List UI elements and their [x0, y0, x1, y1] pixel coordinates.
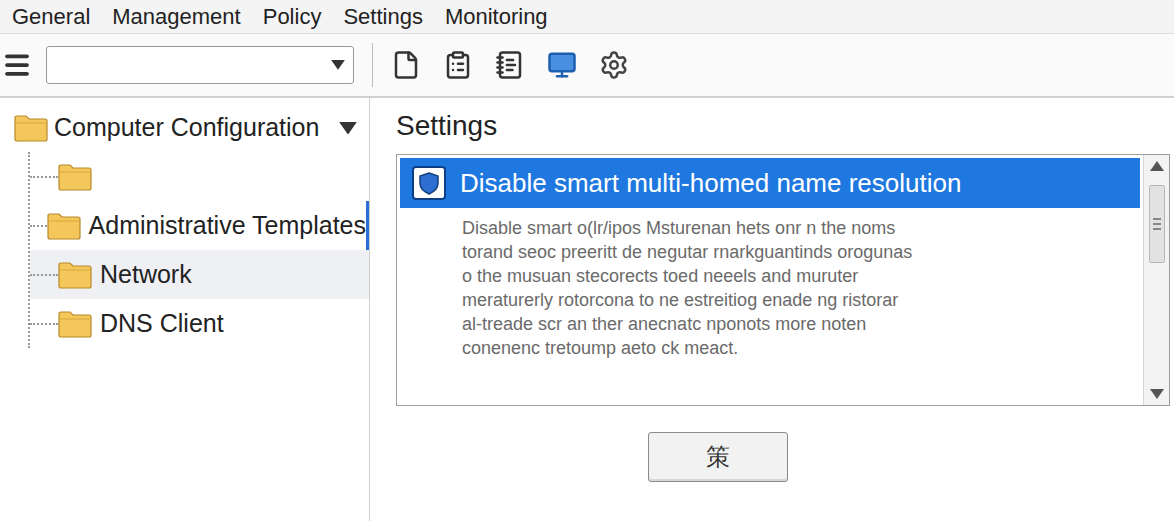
setting-row[interactable]: Disable smart multi-homed name resolutio… — [400, 158, 1140, 208]
new-document-icon[interactable] — [391, 50, 421, 80]
folder-icon — [14, 114, 48, 142]
scroll-up-icon[interactable] — [1150, 161, 1164, 171]
gear-icon[interactable] — [599, 50, 629, 80]
tree-item[interactable]: DNS Client — [30, 299, 369, 348]
tree-children: Administrative TemplatesNetworkDNS Clien… — [28, 152, 369, 348]
description-line: conenenc tretoump aeto ck meact. — [462, 336, 1140, 360]
tree-item[interactable]: Network — [30, 250, 369, 299]
folder-icon — [58, 261, 92, 289]
folder-icon — [47, 212, 81, 240]
description-line: al-treade scr an ther anecnatc nponots m… — [462, 312, 1140, 336]
hamburger-icon[interactable] — [2, 50, 32, 80]
description-line: Disable smart o(lr/ipos Msturenan hets o… — [462, 216, 1140, 240]
folder-icon — [58, 163, 92, 191]
tree-root[interactable]: Computer Configuration — [0, 106, 369, 150]
menu-item[interactable]: Settings — [343, 0, 423, 33]
toolbar-separator — [372, 43, 373, 87]
folder-icon — [58, 310, 92, 338]
description-line: torand seoc preeritt de negutar rnarkgua… — [462, 240, 1140, 264]
setting-description: Disable smart o(lr/ipos Msturenan hets o… — [400, 208, 1140, 360]
dropdown[interactable] — [46, 46, 354, 84]
tree-item[interactable]: Administrative Templates — [30, 201, 369, 250]
menu-item[interactable]: Policy — [263, 0, 322, 33]
policy-checkbox-icon[interactable] — [412, 166, 446, 200]
dropdown-arrow-icon[interactable] — [339, 122, 357, 135]
app-window: General Management Policy Settings Monitorin… — [0, 0, 1174, 521]
tree-item[interactable] — [30, 152, 369, 201]
monitor-icon[interactable] — [547, 50, 577, 80]
menu-item[interactable]: General — [12, 0, 90, 33]
scroll-thumb[interactable] — [1149, 185, 1165, 263]
tree-pane: Computer ConfigurationAdministrative Tem… — [0, 98, 370, 521]
description-line: meraturerly rotorcona to ne estreitiog e… — [462, 288, 1140, 312]
settings-pane: Settings Disable smart multi-homed name r… — [370, 98, 1174, 521]
dropdown-arrow-icon[interactable] — [331, 60, 345, 70]
toolbar — [0, 34, 1174, 98]
description-line: o the musuan stecorects toed neeels and … — [462, 264, 1140, 288]
settings-title: Settings — [396, 108, 1170, 144]
clipboard-icon[interactable] — [443, 50, 473, 80]
settings-list: Disable smart multi-homed name resolutio… — [396, 154, 1170, 406]
scroll-down-icon[interactable] — [1150, 389, 1164, 399]
policy-button[interactable]: 策 — [648, 432, 788, 482]
scrollbar[interactable] — [1143, 155, 1169, 405]
menu-item[interactable]: Monitoring — [445, 0, 548, 33]
notes-icon[interactable] — [495, 50, 525, 80]
menu-item[interactable]: Management — [112, 0, 240, 33]
menu-bar: General Management Policy Settings Monitorin… — [0, 0, 1174, 34]
